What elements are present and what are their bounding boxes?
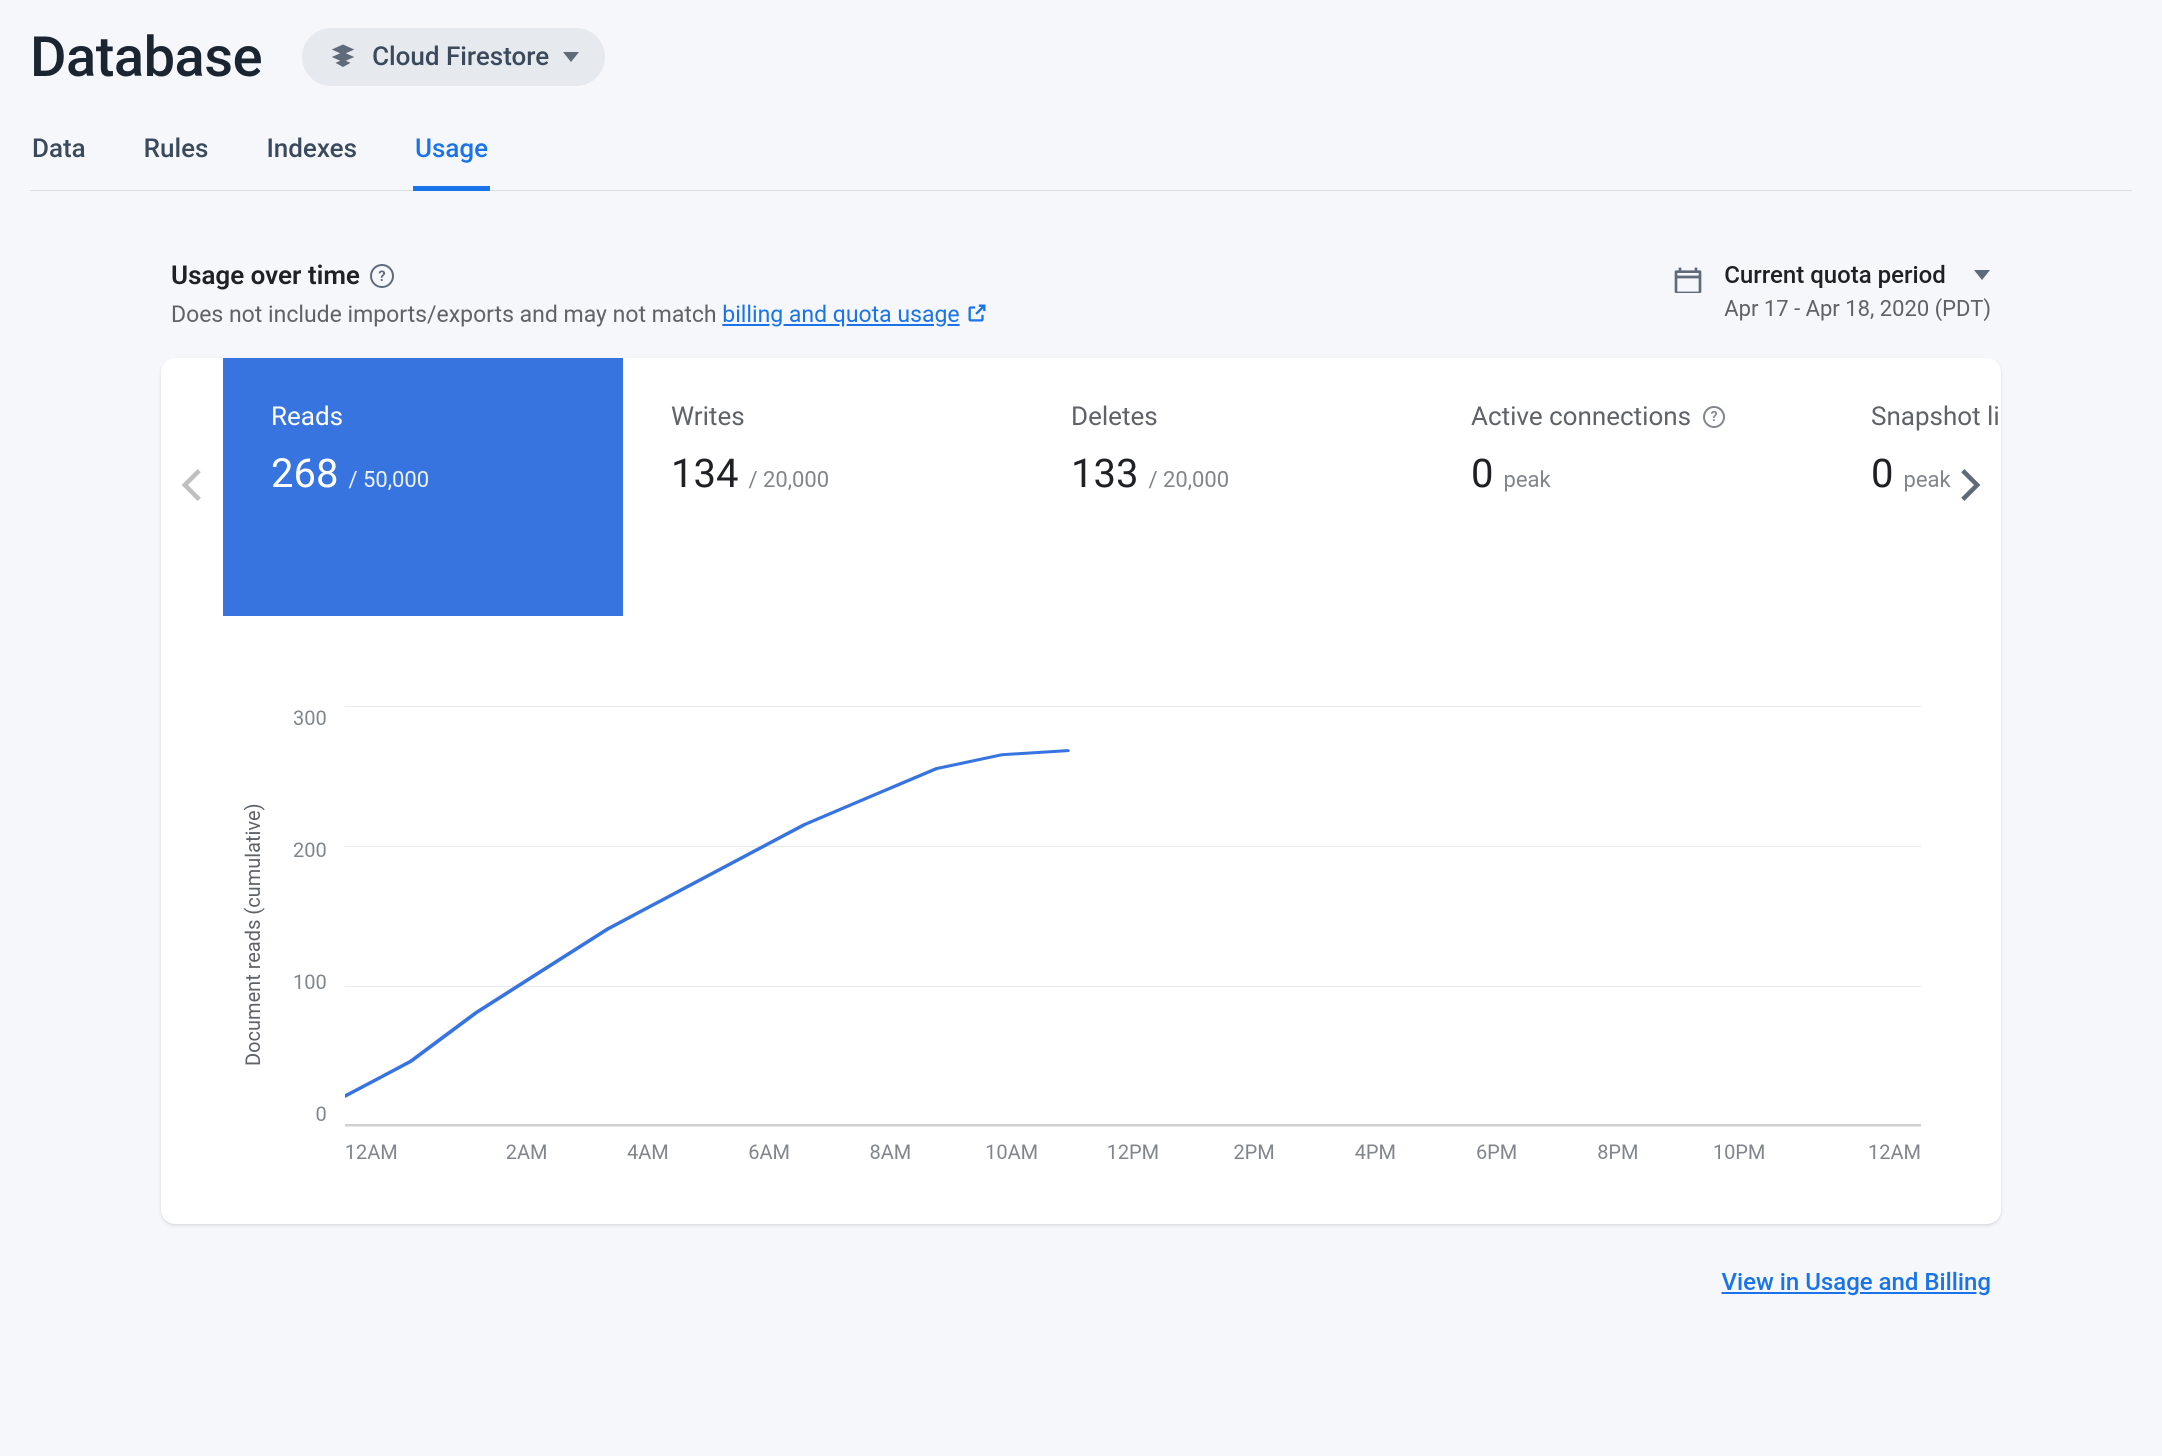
billing-quota-link[interactable]: billing and quota usage xyxy=(722,301,959,328)
x-tick: 12PM xyxy=(1072,1140,1193,1164)
metric-label: Reads xyxy=(271,402,343,432)
metric-limit: peak xyxy=(1503,468,1550,493)
metric-label: Snapshot listeners xyxy=(1871,402,2001,432)
y-tick: 0 xyxy=(315,1102,326,1126)
external-link-icon xyxy=(966,302,988,330)
calendar-icon xyxy=(1672,265,1704,301)
y-axis-label: Document reads (cumulative) xyxy=(241,706,265,1164)
x-tick: 10AM xyxy=(951,1140,1072,1164)
metrics-next-button[interactable] xyxy=(1959,467,1981,507)
section-subtitle: Does not include imports/exports and may… xyxy=(171,301,988,330)
x-tick: 12AM xyxy=(1800,1140,1921,1164)
metric-label: Deletes xyxy=(1071,402,1158,432)
metric-tile-active-connections[interactable]: Active connections? 0 peak xyxy=(1423,358,1823,616)
database-selector-label: Cloud Firestore xyxy=(372,42,549,72)
metric-value: 134 xyxy=(671,450,738,497)
x-tick: 4AM xyxy=(587,1140,708,1164)
tab-data[interactable]: Data xyxy=(30,134,88,191)
x-tick: 2AM xyxy=(466,1140,587,1164)
content: Usage over time ? Does not include impor… xyxy=(131,191,2031,1336)
metric-limit: peak xyxy=(1903,468,1950,493)
y-axis-ticks: 300 200 100 0 xyxy=(293,706,345,1126)
tabs: Data Rules Indexes Usage xyxy=(30,134,2132,191)
reads-series-line xyxy=(345,706,1921,1124)
y-tick: 300 xyxy=(293,706,327,730)
metric-value: 0 xyxy=(1871,450,1893,497)
x-tick: 6AM xyxy=(708,1140,829,1164)
database-selector[interactable]: Cloud Firestore xyxy=(302,28,605,86)
x-tick: 6PM xyxy=(1436,1140,1557,1164)
section-title: Usage over time xyxy=(171,261,360,291)
y-tick: 200 xyxy=(293,838,327,862)
metric-value: 0 xyxy=(1471,450,1493,497)
tab-usage[interactable]: Usage xyxy=(413,134,490,191)
view-usage-billing-link[interactable]: View in Usage and Billing xyxy=(1722,1268,1991,1296)
header: Database Cloud Firestore Data Rules Indexe… xyxy=(0,0,2162,191)
x-tick: 2PM xyxy=(1193,1140,1314,1164)
x-tick: 12AM xyxy=(345,1140,466,1164)
help-icon[interactable]: ? xyxy=(370,264,394,288)
metric-label: Active connections xyxy=(1471,402,1691,432)
metric-label: Writes xyxy=(671,402,745,432)
y-tick: 100 xyxy=(293,970,327,994)
period-selector[interactable]: Current quota period Apr 17 - Apr 18, 20… xyxy=(1724,261,1991,322)
metric-tile-reads[interactable]: Reads 268 / 50,000 xyxy=(223,358,623,616)
metrics-prev-button[interactable] xyxy=(181,467,203,507)
metrics-strip: Reads268/ 50,000Writes134/ 20,000Deletes… xyxy=(161,358,2001,616)
x-tick: 8PM xyxy=(1557,1140,1678,1164)
usage-card: Reads268/ 50,000Writes134/ 20,000Deletes… xyxy=(161,358,2001,1224)
section-subtitle-text: Does not include imports/exports and may… xyxy=(171,301,722,328)
help-icon[interactable]: ? xyxy=(1703,406,1725,428)
x-tick: 8AM xyxy=(830,1140,951,1164)
x-tick: 10PM xyxy=(1678,1140,1799,1164)
metric-tile-deletes[interactable]: Deletes 133 / 20,000 xyxy=(1023,358,1423,616)
tab-rules[interactable]: Rules xyxy=(142,134,211,191)
firestore-icon xyxy=(328,42,358,72)
caret-down-icon xyxy=(1974,270,1990,280)
metric-value: 133 xyxy=(1071,450,1138,497)
x-axis-ticks: 12AM2AM4AM6AM8AM10AM12PM2PM4PM6PM8PM10PM… xyxy=(345,1140,1921,1164)
caret-down-icon xyxy=(563,52,579,62)
period-range: Apr 17 - Apr 18, 2020 (PDT) xyxy=(1724,297,1991,322)
metric-limit: / 50,000 xyxy=(348,468,429,493)
x-tick: 4PM xyxy=(1315,1140,1436,1164)
plot-area xyxy=(345,706,1921,1126)
chart: Document reads (cumulative) 300 200 100 0 1… xyxy=(161,616,2001,1224)
page-title: Database xyxy=(30,24,262,90)
gridline xyxy=(345,1126,1921,1127)
metric-limit: / 20,000 xyxy=(1148,468,1229,493)
section-header: Usage over time ? Does not include impor… xyxy=(161,261,2001,358)
metric-value: 268 xyxy=(271,450,338,497)
period-label: Current quota period xyxy=(1724,261,1945,289)
tab-indexes[interactable]: Indexes xyxy=(264,134,359,191)
metric-limit: / 20,000 xyxy=(748,468,829,493)
metric-tile-writes[interactable]: Writes 134 / 20,000 xyxy=(623,358,1023,616)
